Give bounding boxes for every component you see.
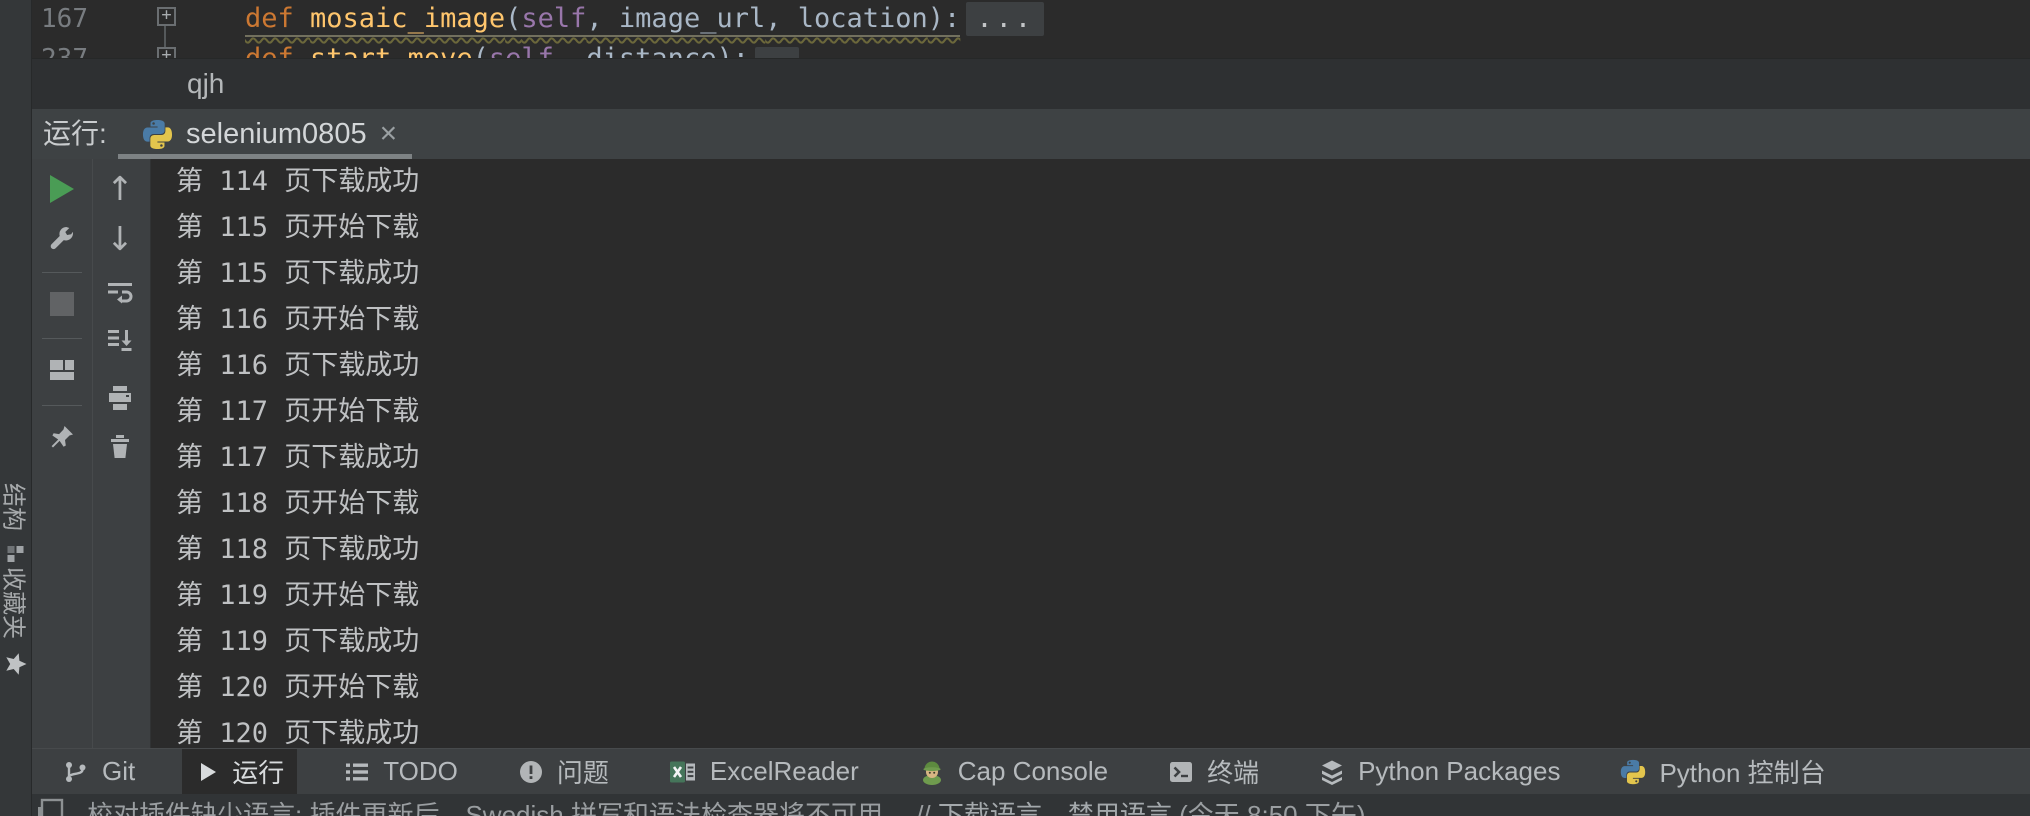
console-line: 第 114 页下载成功	[176, 166, 420, 197]
notification-separator: //	[916, 800, 931, 816]
window-title-band: qjh	[32, 58, 2030, 109]
toolwindow-button-问题[interactable]: 问题	[505, 749, 622, 794]
notification-message: 校对插件缺少语言: 插件更新后，Swedish 拼写和语法检查器将不可用。	[87, 800, 909, 816]
toolwindow-button-python-packages[interactable]: Python Packages	[1306, 749, 1573, 794]
console-line: 第 115 页下载成功	[176, 258, 420, 289]
console-line: 第 118 页开始下载	[176, 488, 420, 519]
run-panel-label: 运行:	[43, 118, 107, 149]
toolbar-divider	[92, 159, 93, 748]
function-signature: def start_move(self, distance):	[245, 43, 749, 58]
structure-label: 结构	[0, 483, 27, 531]
packages-icon	[1319, 759, 1345, 785]
folded-region[interactable]	[754, 46, 799, 58]
event-log-icon[interactable]	[38, 797, 64, 816]
rerun-button[interactable]	[45, 172, 79, 206]
toolwindow-button-excelreader[interactable]: ExcelReader	[656, 749, 872, 794]
todo-icon	[344, 759, 370, 785]
toolwindow-button-git[interactable]: Git	[50, 749, 148, 794]
fold-expand-icon[interactable]: +	[157, 47, 176, 58]
console-line: 第 118 页下载成功	[176, 534, 420, 565]
line-number: 167	[41, 4, 88, 34]
wrench-icon[interactable]	[45, 223, 79, 257]
soft-wrap-button[interactable]	[103, 275, 137, 309]
console-output[interactable]: 第 114 页下载成功第 115 页开始下载第 115 页下载成功第 116 页…	[176, 159, 419, 757]
tool-window-bar: Git 运行 TODO 问题 ExcelReader Cap Console 终端 Pytho…	[32, 748, 2030, 794]
function-signature: def mosaic_image(self, image_url, locati…	[245, 3, 961, 37]
toolwindow-button-label: Python 控制台	[1659, 758, 1826, 788]
editor-pane[interactable]: 167 +237 + def mosaic_image(self, image_ur…	[32, 0, 2030, 58]
window-title: qjh	[187, 68, 225, 99]
code-line[interactable]: def start_move(self, distance):	[245, 42, 799, 58]
toolwindow-button-python-控制台[interactable]: Python 控制台	[1607, 749, 1838, 794]
problems-icon	[518, 759, 544, 785]
terminal-icon	[1168, 759, 1194, 785]
favorites-label: 收藏夹	[0, 567, 27, 639]
pin-button[interactable]	[45, 420, 79, 454]
console-line: 第 120 页开始下载	[176, 672, 420, 703]
folded-region[interactable]: ...	[966, 2, 1045, 36]
run-panel-header: 运行: selenium0805 ×	[32, 109, 2030, 159]
python-icon	[142, 119, 173, 150]
console-line: 第 116 页下载成功	[176, 350, 420, 381]
console-line: 第 117 页下载成功	[176, 442, 420, 473]
notification-time: (今天 8:50 下午)	[1179, 800, 1366, 816]
stop-icon	[50, 292, 74, 316]
toolwindow-button-label: Python Packages	[1358, 756, 1561, 786]
console-line: 第 116 页开始下载	[176, 304, 420, 335]
toolwindow-button-label: TODO	[383, 756, 458, 786]
scroll-up-button[interactable]: ↑	[103, 171, 137, 205]
excel-icon	[669, 759, 697, 785]
console-line: 第 119 页开始下载	[176, 580, 420, 611]
structure-icon	[5, 543, 27, 565]
scroll-to-end-button[interactable]	[103, 323, 137, 357]
restore-layout-button[interactable]	[45, 353, 79, 387]
toolwindow-button-cap-console[interactable]: Cap Console	[906, 749, 1121, 794]
play-icon	[50, 175, 74, 203]
toolwindow-button-todo[interactable]: TODO	[331, 749, 471, 794]
star-icon	[3, 651, 29, 677]
left-tool-stripe: 结构 收藏夹	[0, 0, 32, 816]
console-line: 第 119 页下载成功	[176, 626, 420, 657]
python-icon	[1620, 759, 1646, 785]
sidebar-item-structure[interactable]: 结构	[0, 483, 34, 565]
sidebar-item-favorites[interactable]: 收藏夹	[0, 567, 34, 677]
notification-actions[interactable]: 下载语言，禁用语言	[938, 800, 1172, 816]
toolwindow-button-label: 问题	[556, 758, 609, 788]
stop-button[interactable]	[45, 287, 79, 321]
toolwindow-button-label: 运行	[232, 758, 285, 788]
toolbar-separator	[42, 338, 82, 339]
run-tab-label: selenium0805	[186, 117, 367, 150]
run-tab-selenium0805[interactable]: selenium0805 ×	[132, 109, 407, 159]
toolwindow-button-运行[interactable]: 运行	[182, 749, 298, 794]
toolwindow-button-终端[interactable]: 终端	[1155, 749, 1272, 794]
console-toolbar: ↑ ↓	[32, 159, 151, 748]
toolwindow-button-label: Cap Console	[957, 756, 1109, 786]
notification-line: 校对插件缺少语言: 插件更新后，Swedish 拼写和语法检查器将不可用。 //…	[32, 794, 2030, 816]
console-line: 第 117 页开始下载	[176, 396, 420, 427]
console-line: 第 115 页开始下载	[176, 212, 420, 243]
toolwindow-button-label: Git	[102, 756, 136, 786]
git-icon	[63, 759, 89, 785]
toolbar-separator	[42, 272, 82, 273]
play-icon	[195, 760, 219, 784]
cap-icon	[919, 759, 945, 785]
print-button[interactable]	[103, 381, 137, 415]
code-line[interactable]: def mosaic_image(self, image_url, locati…	[245, 2, 1045, 37]
trash-button[interactable]	[103, 430, 137, 464]
toolwindow-button-label: 终端	[1207, 758, 1260, 788]
run-console: ↑ ↓ 第 114 页下载成功第 115 页开始下载第 115 页下载成功第 1…	[32, 159, 2030, 749]
arrow-up-icon: ↑	[106, 168, 134, 208]
toolwindow-button-label: ExcelReader	[709, 756, 859, 786]
scroll-down-button[interactable]: ↓	[103, 221, 137, 255]
close-icon[interactable]: ×	[380, 119, 398, 149]
fold-expand-icon[interactable]: +	[157, 7, 176, 26]
line-number: 237	[36, 42, 88, 58]
arrow-down-icon: ↓	[106, 218, 134, 258]
toolbar-separator	[42, 405, 82, 406]
notification-text[interactable]: 校对插件缺少语言: 插件更新后，Swedish 拼写和语法检查器将不可用。 //…	[87, 796, 1366, 816]
